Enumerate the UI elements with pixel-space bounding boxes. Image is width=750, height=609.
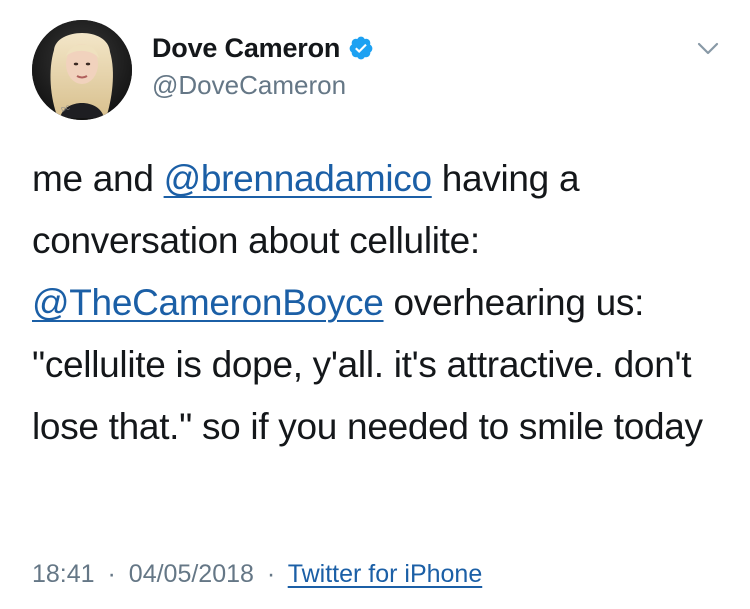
tweet-card: DC Dove Cameron @DoveCameron me and @bre…: [0, 0, 750, 609]
tweet-text-part: me and: [32, 158, 164, 199]
avatar-image: DC: [32, 20, 132, 120]
author-names: Dove Cameron @DoveCameron: [152, 30, 374, 101]
tweet-text: me and @brennadamico having a conversati…: [32, 148, 722, 458]
tweet-time: 18:41: [32, 560, 95, 588]
tweet-meta: 18:41 · 04/05/2018 · Twitter for iPhone: [32, 560, 482, 589]
display-name-row: Dove Cameron: [152, 30, 374, 66]
avatar[interactable]: DC: [32, 20, 132, 120]
author-handle[interactable]: @DoveCameron: [152, 70, 374, 101]
meta-separator: ·: [266, 560, 276, 588]
display-name[interactable]: Dove Cameron: [152, 33, 340, 64]
mention-link-brennadamico[interactable]: @brennadamico: [164, 158, 432, 199]
mention-link-thecameronboyce[interactable]: @TheCameronBoyce: [32, 282, 384, 323]
tweet-source-link[interactable]: Twitter for iPhone: [288, 560, 483, 588]
verified-badge-icon: [348, 35, 374, 61]
tweet-header: DC Dove Cameron @DoveCameron: [32, 20, 722, 120]
meta-separator: ·: [107, 560, 116, 588]
chevron-down-icon[interactable]: [694, 34, 722, 62]
tweet-date: 04/05/2018: [128, 560, 254, 588]
